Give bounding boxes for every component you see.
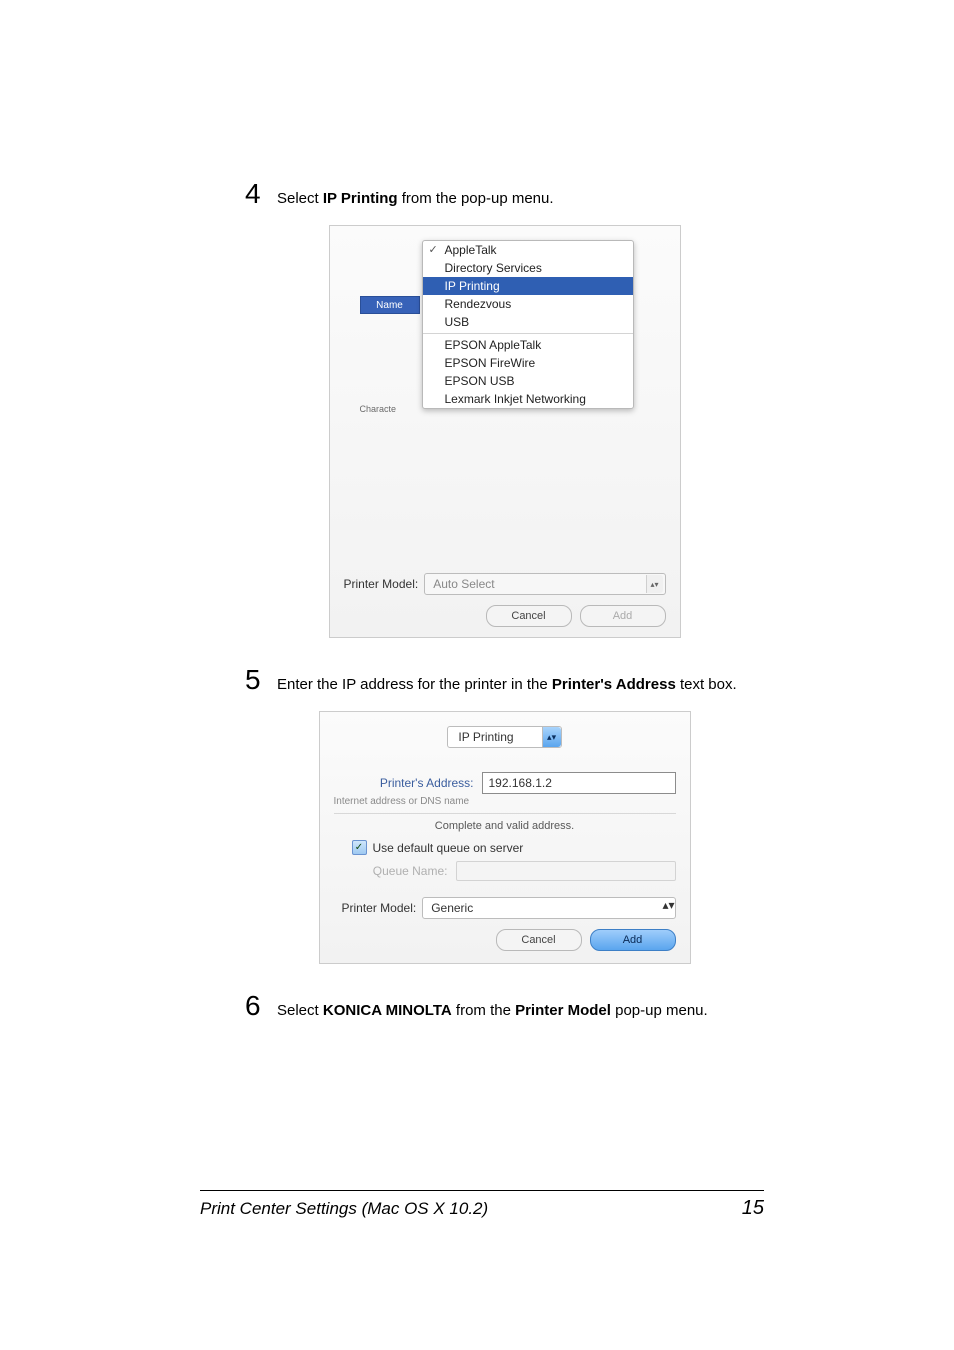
- popup-value: IP Printing: [448, 730, 541, 744]
- step-text: Select KONICA MINOLTA from the Printer M…: [277, 992, 708, 1021]
- cancel-button[interactable]: Cancel: [486, 605, 572, 627]
- text: Select: [277, 1002, 323, 1019]
- figure-1: Name Characte AppleTalk Directory Servic…: [245, 225, 764, 638]
- dropdown-icon: ▴▾: [662, 898, 674, 918]
- text: Select: [277, 190, 323, 207]
- text: Enter the IP address for the printer in …: [277, 676, 552, 693]
- cancel-button[interactable]: Cancel: [496, 929, 582, 951]
- queue-name-label: Queue Name:: [352, 864, 456, 878]
- step-number: 5: [245, 666, 263, 694]
- menu-item-epson-appletalk[interactable]: EPSON AppleTalk: [423, 336, 633, 354]
- bold-text: Printer's Address: [552, 676, 676, 693]
- column-header-name: Name: [360, 296, 420, 314]
- menu-item-directory-services[interactable]: Directory Services: [423, 259, 633, 277]
- printer-model-label: Printer Model:: [344, 577, 419, 591]
- address-valid-label: Complete and valid address.: [334, 813, 676, 832]
- footer-rule: [200, 1190, 764, 1191]
- step-6: 6 Select KONICA MINOLTA from the Printer…: [245, 992, 764, 1021]
- printer-model-row: Printer Model: Auto Select ▴▾: [344, 573, 666, 595]
- queue-name-row: Queue Name:: [352, 861, 676, 881]
- printer-model-label: Printer Model:: [342, 901, 417, 915]
- menu-item-epson-usb[interactable]: EPSON USB: [423, 372, 633, 390]
- printer-model-value: Generic: [431, 901, 473, 915]
- menu-item-usb[interactable]: USB: [423, 313, 633, 331]
- bold-text: KONICA MINOLTA: [323, 1002, 452, 1019]
- dropdown-icon: ▴▾: [542, 727, 561, 747]
- queue-name-input: [456, 861, 676, 881]
- connection-type-popup[interactable]: IP Printing ▴▾: [447, 726, 561, 748]
- menu-item-rendezvous[interactable]: Rendezvous: [423, 295, 633, 313]
- button-row: Cancel Add: [334, 929, 676, 951]
- add-button[interactable]: Add: [590, 929, 676, 951]
- printer-address-help: Internet address or DNS name: [334, 796, 676, 807]
- printer-model-select[interactable]: Auto Select ▴▾: [424, 573, 665, 595]
- text: text box.: [676, 676, 737, 693]
- default-queue-checkbox[interactable]: ✓: [352, 840, 367, 855]
- printer-model-select[interactable]: Generic ▴▾: [422, 897, 675, 919]
- page-footer: Print Center Settings (Mac OS X 10.2) 15: [200, 1190, 764, 1220]
- menu-item-lexmark[interactable]: Lexmark Inkjet Networking: [423, 390, 633, 408]
- connection-type-menu[interactable]: AppleTalk Directory Services IP Printing…: [422, 240, 634, 409]
- bold-text: Printer Model: [515, 1002, 611, 1019]
- menu-item-epson-firewire[interactable]: EPSON FireWire: [423, 354, 633, 372]
- footer-title: Print Center Settings (Mac OS X 10.2): [200, 1199, 488, 1219]
- step-number: 4: [245, 180, 263, 208]
- default-queue-row: ✓ Use default queue on server: [352, 840, 676, 855]
- screenshot-add-printer-menu: Name Characte AppleTalk Directory Servic…: [329, 225, 681, 638]
- menu-separator: [423, 333, 633, 334]
- bold-text: IP Printing: [323, 190, 398, 207]
- top-row: IP Printing ▴▾: [334, 726, 676, 748]
- screenshot-ip-printing: IP Printing ▴▾ Printer's Address: 192.16…: [319, 711, 691, 964]
- step-number: 6: [245, 992, 263, 1020]
- printer-model-value: Auto Select: [433, 577, 494, 591]
- menu-item-appletalk[interactable]: AppleTalk: [423, 241, 633, 259]
- label-character-set: Characte: [360, 404, 397, 414]
- menu-item-ip-printing[interactable]: IP Printing: [423, 277, 633, 295]
- dropdown-icon: ▴▾: [646, 575, 663, 593]
- step-4: 4 Select IP Printing from the pop-up men…: [245, 180, 764, 209]
- printer-model-row: Printer Model: Generic ▴▾: [334, 897, 676, 919]
- button-row: Cancel Add: [344, 605, 666, 627]
- text: pop-up menu.: [611, 1002, 708, 1019]
- text: from the: [452, 1002, 515, 1019]
- step-5: 5 Enter the IP address for the printer i…: [245, 666, 764, 695]
- printer-address-label: Printer's Address:: [334, 776, 482, 790]
- default-queue-label: Use default queue on server: [373, 841, 524, 855]
- add-button[interactable]: Add: [580, 605, 666, 627]
- printer-address-row: Printer's Address: 192.168.1.2: [334, 772, 676, 794]
- page-number: 15: [742, 1197, 764, 1220]
- figure-2: IP Printing ▴▾ Printer's Address: 192.16…: [245, 711, 764, 964]
- step-text: Enter the IP address for the printer in …: [277, 666, 737, 695]
- step-text: Select IP Printing from the pop-up menu.: [277, 180, 554, 209]
- printer-address-input[interactable]: 192.168.1.2: [482, 772, 676, 794]
- text: from the pop-up menu.: [398, 190, 554, 207]
